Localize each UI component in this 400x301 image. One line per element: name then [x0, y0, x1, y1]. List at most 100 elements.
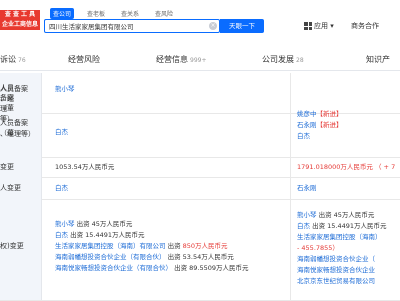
after-value: 姚彦中【新进】 — [297, 109, 343, 119]
nav-litigation[interactable]: 诉讼 76 — [0, 54, 26, 65]
entity-link[interactable]: 石永刚 — [297, 121, 317, 129]
before-value: 海南悦家畅想投资合伙企业（有限合伙） 出资 89.5509万人民币元 — [55, 263, 249, 273]
entity-link[interactable]: 熊小琴 — [55, 220, 75, 228]
section-nav: 诉讼 76 经营风险 经营信息 999+ 公司发展 28 知识产 — [0, 50, 400, 71]
entity-link[interactable]: 北京京东世纪贸易有限公司 — [297, 277, 375, 285]
after-value: - 455.7855） — [297, 243, 339, 253]
entity-link[interactable]: 海南悦家畅想投资合伙企业（有限合伙） — [55, 264, 172, 272]
after-value: 白杰 出资 15.4491万人民币元 — [297, 221, 387, 231]
tab-boss[interactable]: 查老板 — [84, 8, 108, 19]
nav-label: 经营风险 — [68, 55, 100, 64]
entity-link[interactable]: 白杰 — [297, 222, 310, 230]
row-label-text: 权)变更 — [0, 242, 24, 250]
row-label: 权)变更 — [0, 199, 42, 300]
business-link[interactable]: 商务合作 — [351, 21, 379, 31]
before-value: 1053.54万人民币元 — [55, 162, 114, 172]
after-value: 北京京东世纪贸易有限公司 — [297, 276, 375, 286]
column-divider — [290, 157, 291, 177]
after-value: 熊小琴 出资 45万人民币元 — [297, 210, 374, 220]
row-label-text: 变更 — [0, 163, 14, 171]
before-value: 白杰 — [55, 127, 68, 137]
table-row: 权)变更 熊小琴 出资 45万人民币元 白杰 出资 15.4491万人民币元 生活家家… — [0, 199, 400, 301]
value-text: 出资 53.54万人民币元 — [165, 253, 234, 261]
before-value: 海南弱幡想投资合伙企业（有限合伙） 出资 53.54万人民币元 — [55, 252, 234, 262]
value-text: 1053.54万人民币元 — [55, 163, 115, 171]
entity-link[interactable]: 熊小琴 — [55, 85, 75, 93]
after-value: 海南悦家畅想投资合伙企业 — [297, 265, 375, 275]
nav-label: 诉讼 — [0, 55, 16, 64]
after-value: 海南弱幡想投资合伙企业（ — [297, 254, 375, 264]
new-tag: 【新进】 — [316, 110, 343, 118]
nav-business-risk[interactable]: 经营风险 — [68, 54, 102, 65]
value-text: 1791.018000万人民币元 （ + 7 — [297, 163, 396, 171]
after-value: 生活家家居集团控股（海南） — [297, 232, 382, 242]
logo-line1: 查 查 工 具 — [4, 11, 36, 18]
row-label: 变更 — [0, 157, 42, 177]
table-row: 变更 1053.54万人民币元 1791.018000万人民币元 （ + 7 — [0, 157, 400, 178]
entity-link[interactable]: 海南弱幡想投资合伙企业（有限合伙） — [55, 253, 166, 261]
before-value: 生活家家居集团控股（海南）有限公司 出资 850万人民币元 — [55, 241, 228, 251]
nav-label: 知识产 — [366, 55, 390, 64]
table-row: 人变更 白杰 石永刚 — [0, 177, 400, 200]
new-tag: 【新进】 — [316, 121, 343, 129]
chevron-down-icon: ▾ — [330, 22, 334, 30]
entity-link[interactable]: 海南弱幡想投资合伙企业（ — [297, 255, 375, 263]
entity-link[interactable]: 熊小琴 — [297, 211, 317, 219]
row-label-text: 、经理等） — [0, 95, 14, 123]
value-text: 出资 45万人民币元 — [316, 211, 375, 219]
entity-link[interactable]: 姚彦中 — [297, 110, 317, 118]
entity-link[interactable]: 白杰 — [55, 231, 68, 239]
table-row: 人员备案 熊小琴 — [0, 73, 400, 114]
before-value: 白杰 出资 15.4491万人民币元 — [55, 230, 145, 240]
after-value: 石永刚 — [297, 183, 317, 193]
nav-business-info[interactable]: 经营信息 999+ — [156, 54, 206, 65]
column-divider — [290, 73, 291, 113]
after-value: 白杰 — [297, 131, 310, 141]
search-type-tabs: 查公司 查老板 查关系 查风险 — [50, 8, 176, 19]
value-text: 出资 89.5509万人民币元 — [172, 264, 249, 272]
entity-link[interactable]: 白杰 — [55, 184, 68, 192]
nav-count: 999+ — [190, 57, 207, 64]
entity-link[interactable]: 海南悦家畅想投资合伙企业 — [297, 266, 375, 274]
nav-label: 公司发展 — [262, 55, 294, 64]
nav-company-development[interactable]: 公司发展 28 — [262, 54, 304, 65]
entity-link[interactable]: 白杰 — [297, 132, 310, 140]
highlight-value: 850万人民币元 — [182, 242, 228, 250]
value-text: 出资 15.4491万人民币元 — [310, 222, 387, 230]
entity-link[interactable]: 白杰 — [55, 128, 68, 136]
site-logo[interactable]: 查 查 工 具 企业工商信息 — [0, 10, 40, 30]
search-input[interactable]: 四川生活家家居集团有限公司 — [44, 19, 220, 33]
column-divider — [290, 177, 291, 199]
header: 查 查 工 具 企业工商信息 查公司 查老板 查关系 查风险 四川生活家家居集团… — [0, 0, 400, 42]
value-text: - 455.7855） — [297, 244, 339, 252]
before-value: 白杰 — [55, 183, 68, 193]
value-text: 出资 — [165, 242, 183, 250]
after-value: 石永刚【新进】 — [297, 120, 343, 130]
nav-count: 76 — [18, 57, 26, 64]
after-value: 1791.018000万人民币元 （ + 7 — [297, 162, 395, 172]
search-button[interactable]: 天眼一下 — [220, 19, 264, 33]
tab-relation[interactable]: 查关系 — [118, 8, 142, 19]
value-text: 出资 15.4491万人民币元 — [68, 231, 145, 239]
nav-ip[interactable]: 知识产 — [366, 54, 390, 65]
row-label: 人变更 — [0, 177, 42, 199]
apps-grid-icon[interactable] — [304, 22, 312, 30]
row-label-text: 、经理等） — [0, 130, 35, 138]
value-text: 出资 45万人民币元 — [74, 220, 133, 228]
entity-link[interactable]: 生活家家居集团控股（海南）有限公司 — [55, 242, 166, 250]
entity-link[interactable]: 生活家家居集团控股（海南） — [297, 233, 382, 241]
nav-label: 经营信息 — [156, 55, 188, 64]
nav-count: 28 — [296, 57, 304, 64]
column-divider — [290, 199, 291, 300]
entity-link[interactable]: 石永刚 — [297, 184, 317, 192]
logo-line2: 企业工商信息 — [1, 21, 38, 28]
tab-risk[interactable]: 查风险 — [152, 8, 176, 19]
row-label-text: 人变更 — [0, 184, 21, 192]
tab-company[interactable]: 查公司 — [50, 8, 75, 19]
apps-label: 应用 — [314, 22, 328, 30]
clear-icon[interactable]: × — [209, 22, 217, 30]
before-value: 熊小琴 — [55, 84, 75, 94]
column-divider — [290, 113, 291, 157]
before-value: 熊小琴 出资 45万人民币元 — [55, 219, 132, 229]
apps-menu[interactable]: 应用 ▾ — [314, 21, 334, 31]
